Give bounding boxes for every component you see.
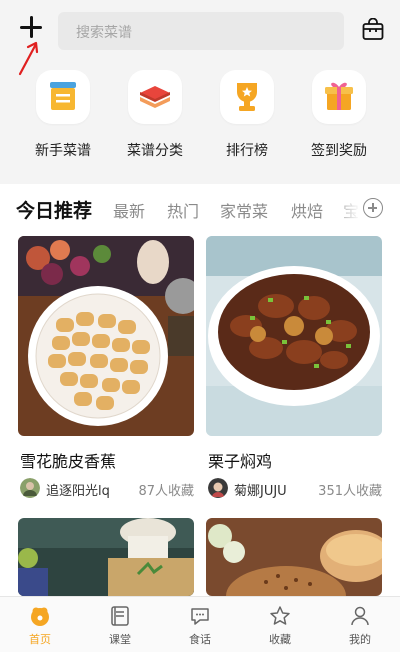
trophy-icon bbox=[220, 70, 274, 124]
recipe-card[interactable]: 雪花脆皮香蕉 追逐阳光lq 87人收藏 bbox=[18, 236, 194, 499]
favorite-count: 87人收藏 bbox=[138, 484, 194, 499]
nav-home[interactable]: 首页 bbox=[0, 597, 80, 652]
quick-link-label: 排行榜 bbox=[226, 143, 268, 159]
search-input[interactable]: 搜索菜谱 bbox=[58, 12, 344, 50]
recipe-card[interactable]: 栗子焖鸡 菊娜JUJU 351人收藏 bbox=[206, 236, 382, 499]
tab-fade bbox=[330, 190, 360, 230]
recipe-title[interactable]: 栗子焖鸡 bbox=[208, 448, 272, 472]
add-tab-icon[interactable] bbox=[363, 198, 383, 218]
beginner-recipe-icon bbox=[36, 70, 90, 124]
nav-label: 首页 bbox=[29, 633, 51, 646]
nav-profile[interactable]: 我的 bbox=[320, 597, 400, 652]
favorite-count: 351人收藏 bbox=[318, 484, 382, 499]
recipe-image[interactable] bbox=[206, 236, 382, 436]
tab-newest[interactable]: 最新 bbox=[113, 198, 145, 222]
quick-link-checkin[interactable]: 签到奖励 bbox=[304, 70, 374, 170]
nav-label: 我的 bbox=[349, 633, 371, 646]
star-icon bbox=[270, 606, 290, 625]
user-icon bbox=[351, 606, 369, 626]
recipe-image[interactable] bbox=[18, 518, 194, 596]
author-name[interactable]: 追逐阳光lq bbox=[46, 480, 110, 499]
quick-link-ranking[interactable]: 排行榜 bbox=[212, 70, 282, 170]
bottom-nav: 首页 课堂 食话 收藏 我的 bbox=[0, 596, 400, 652]
recipe-card[interactable] bbox=[206, 518, 382, 596]
nav-label: 食话 bbox=[189, 633, 211, 646]
author-name[interactable]: 菊娜JUJU bbox=[234, 480, 287, 499]
chat-icon bbox=[191, 608, 209, 625]
classroom-icon bbox=[111, 606, 129, 626]
avatar[interactable] bbox=[208, 478, 228, 498]
quick-link-category[interactable]: 菜谱分类 bbox=[120, 70, 190, 170]
tab-home-cooking[interactable]: 家常菜 bbox=[220, 198, 268, 222]
recipe-title[interactable]: 雪花脆皮香蕉 bbox=[20, 448, 116, 472]
tab-baking[interactable]: 烘焙 bbox=[291, 198, 323, 222]
quick-link-beginner[interactable]: 新手菜谱 bbox=[28, 70, 98, 170]
recipe-image[interactable] bbox=[18, 236, 194, 436]
search-placeholder: 搜索菜谱 bbox=[76, 25, 132, 41]
shopping-bag-icon[interactable] bbox=[361, 18, 385, 42]
nav-favorites[interactable]: 收藏 bbox=[240, 597, 320, 652]
category-layers-icon bbox=[128, 70, 182, 124]
gift-icon bbox=[312, 70, 366, 124]
nav-label: 收藏 bbox=[269, 633, 291, 646]
quick-link-label: 菜谱分类 bbox=[127, 143, 183, 159]
quick-link-label: 新手菜谱 bbox=[35, 143, 91, 159]
recipe-image[interactable] bbox=[206, 518, 382, 596]
recipe-card[interactable] bbox=[18, 518, 194, 596]
tab-popular[interactable]: 热门 bbox=[167, 198, 199, 222]
tab-today[interactable]: 今日推荐 bbox=[16, 196, 92, 223]
nav-classroom[interactable]: 课堂 bbox=[80, 597, 160, 652]
home-icon bbox=[31, 607, 49, 626]
header-area: 搜索菜谱 新手菜谱 菜谱分类 排行榜 签到奖励 bbox=[0, 0, 400, 184]
nav-label: 课堂 bbox=[109, 633, 131, 646]
nav-chat[interactable]: 食话 bbox=[160, 597, 240, 652]
category-tabs: 今日推荐 最新 热门 家常菜 烘焙 宝 bbox=[0, 190, 400, 230]
quick-link-label: 签到奖励 bbox=[311, 143, 367, 159]
avatar[interactable] bbox=[20, 478, 40, 498]
